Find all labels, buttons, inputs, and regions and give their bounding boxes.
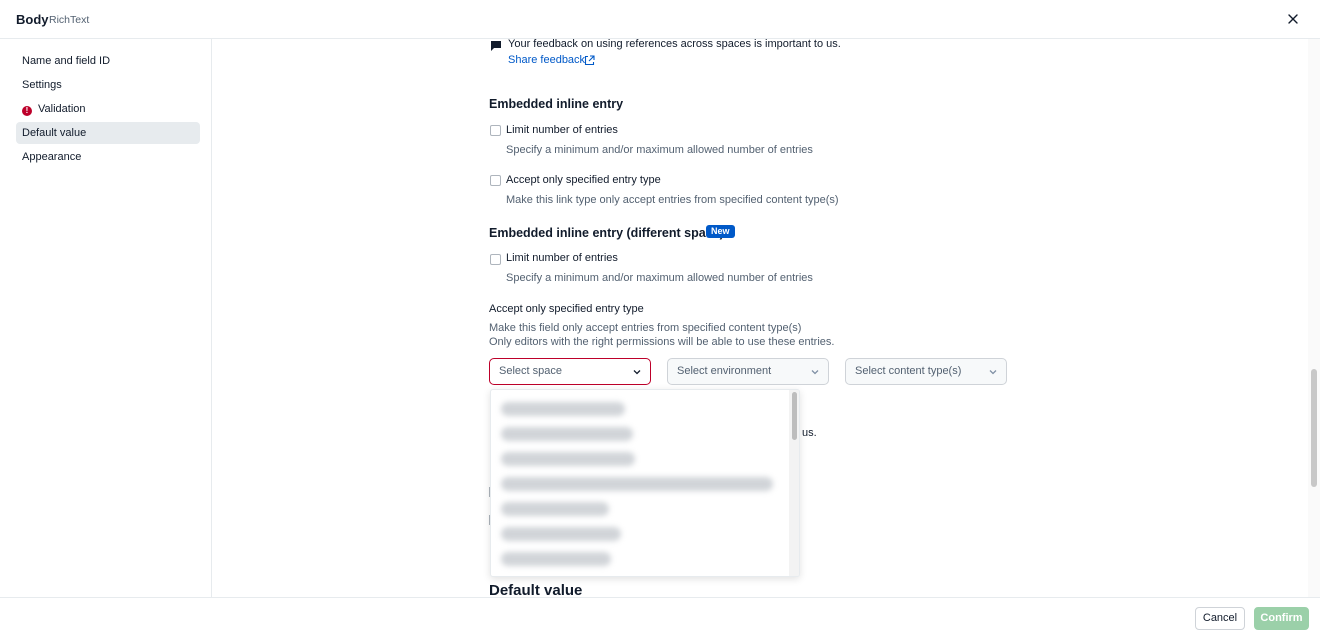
- sidebar-item-label: Default value: [22, 127, 87, 139]
- limit-entries-diff-help: Specify a minimum and/or maximum allowed…: [506, 272, 813, 284]
- field-type-label: RichText: [49, 14, 90, 26]
- select-space-value: Select space: [499, 365, 562, 377]
- sidebar-item-validation[interactable]: ! Validation: [16, 98, 200, 120]
- new-badge: New: [706, 225, 735, 238]
- chevron-down-icon: [633, 370, 641, 375]
- list-item[interactable]: [501, 477, 773, 491]
- chevron-down-icon: [989, 370, 997, 375]
- limit-entries-diff-checkbox[interactable]: [490, 254, 501, 265]
- modal-title: Body: [16, 12, 49, 27]
- cancel-button[interactable]: Cancel: [1195, 607, 1245, 630]
- sidebar-item-name-and-field-id[interactable]: Name and field ID: [16, 50, 200, 72]
- list-item[interactable]: [501, 427, 633, 441]
- dropdown-scrollbar[interactable]: [789, 390, 799, 576]
- close-icon[interactable]: [1284, 10, 1302, 28]
- chevron-down-icon: [811, 370, 819, 375]
- sidebar-item-label: Settings: [22, 79, 62, 91]
- accept-entry-type-diff-help-1: Make this field only accept entries from…: [489, 322, 802, 334]
- list-item[interactable]: [501, 402, 625, 416]
- sidebar-item-settings[interactable]: Settings: [16, 74, 200, 96]
- limit-entries-label[interactable]: Limit number of entries: [506, 124, 618, 136]
- sidebar-item-default-value[interactable]: Default value: [16, 122, 200, 144]
- sidebar-item-label: Validation: [38, 103, 86, 115]
- page-scrollbar[interactable]: [1308, 39, 1320, 597]
- confirm-button[interactable]: Confirm: [1254, 607, 1309, 630]
- accept-entry-type-diff-help-2: Only editors with the right permissions …: [489, 336, 835, 348]
- space-options-list[interactable]: [490, 389, 800, 577]
- feedback-text-tail: us.: [802, 427, 817, 439]
- list-item[interactable]: [501, 452, 635, 466]
- limit-entries-diff-label[interactable]: Limit number of entries: [506, 252, 618, 264]
- modal-header: Body RichText: [0, 0, 1320, 39]
- accept-entry-type-label[interactable]: Accept only specified entry type: [506, 174, 661, 186]
- select-environment-value: Select environment: [677, 365, 772, 377]
- chat-bubble-icon: [491, 41, 501, 51]
- select-content-type-dropdown[interactable]: Select content type(s): [845, 358, 1007, 385]
- accept-entry-type-diff-label: Accept only specified entry type: [489, 303, 644, 315]
- list-item[interactable]: [501, 527, 621, 541]
- limit-entries-help: Specify a minimum and/or maximum allowed…: [506, 144, 813, 156]
- external-link-icon[interactable]: [584, 55, 595, 66]
- settings-sidebar: Name and field ID Settings ! Validation D…: [0, 39, 212, 597]
- select-space-dropdown[interactable]: Select space: [489, 358, 651, 385]
- share-feedback-link[interactable]: Share feedback: [508, 54, 585, 66]
- error-icon: !: [22, 106, 32, 116]
- accept-entry-type-checkbox[interactable]: [490, 175, 501, 186]
- list-item[interactable]: [501, 502, 609, 516]
- dropdown-scroll-thumb[interactable]: [792, 392, 797, 440]
- accept-entry-type-help: Make this link type only accept entries …: [506, 194, 839, 206]
- modal-footer: Cancel Confirm: [0, 597, 1320, 634]
- page-scroll-thumb[interactable]: [1311, 369, 1317, 487]
- limit-entries-checkbox[interactable]: [490, 125, 501, 136]
- section-heading-embedded-inline-entry-different-space: Embedded inline entry (different space): [489, 226, 724, 240]
- select-environment-dropdown[interactable]: Select environment: [667, 358, 829, 385]
- sidebar-item-label: Name and field ID: [22, 55, 111, 67]
- select-content-type-value: Select content type(s): [855, 365, 962, 377]
- sidebar-item-label: Appearance: [22, 151, 82, 163]
- sidebar-item-appearance[interactable]: Appearance: [16, 146, 200, 168]
- section-heading-embedded-inline-entry: Embedded inline entry: [489, 97, 624, 111]
- list-item[interactable]: [501, 552, 611, 566]
- feedback-text: Your feedback on using references across…: [508, 38, 841, 50]
